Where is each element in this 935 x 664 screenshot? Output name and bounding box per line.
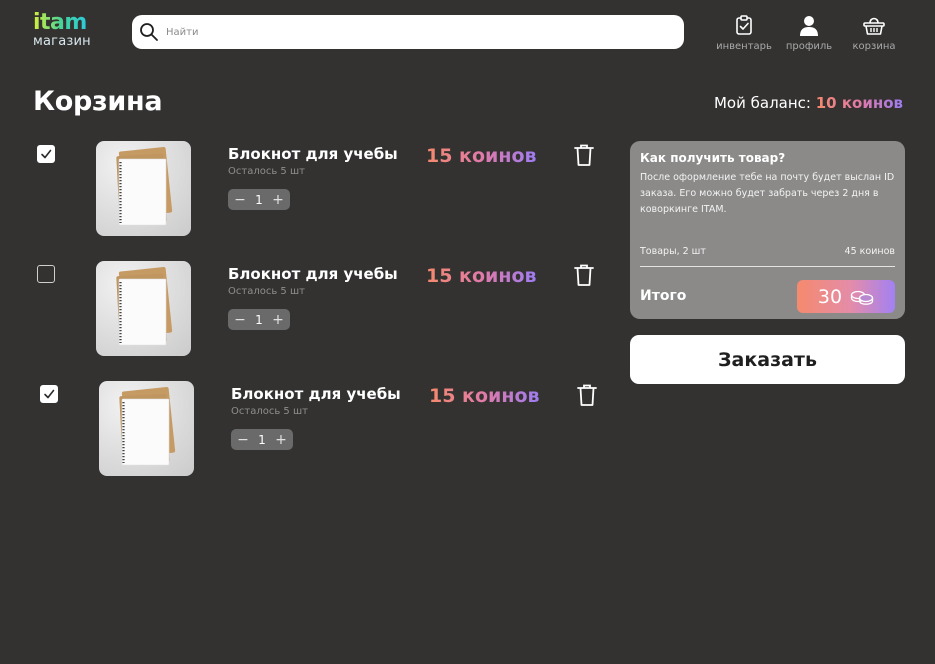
user-icon [800,16,818,36]
summary-items-row: Товары, 2 шт 45 коинов [640,246,895,257]
cart-item: Блокнот для учебы Осталось 5 шт − 1 + 15… [37,141,617,236]
search-bar[interactable] [132,15,684,49]
decrease-button[interactable]: − [233,313,247,327]
balance: Мой баланс: 10 коинов [714,94,903,112]
total-value: 30 [817,285,843,308]
item-title: Блокнот для учебы [228,265,398,283]
checkmark-icon [44,389,55,399]
item-title: Блокнот для учебы [228,145,398,163]
summary-description: После оформление тебе на почту будет выс… [640,172,895,215]
cart-item: Блокнот для учебы Осталось 5 шт − 1 + 15… [40,381,620,476]
item-price: 15 коинов [426,265,537,287]
clipboard-check-icon [736,15,752,35]
item-price: 15 коинов [426,145,537,167]
delete-button[interactable] [574,144,594,170]
notebook-image [119,386,176,466]
page-title: Корзина [33,86,163,117]
quantity-stepper: − 1 + [231,429,293,450]
product-image[interactable] [99,381,194,476]
decrease-button[interactable]: − [236,433,250,447]
trash-icon [574,264,594,286]
delete-button[interactable] [577,384,597,410]
cart-item: Блокнот для учебы Осталось 5 шт − 1 + 15… [37,261,617,356]
order-summary: Как получить товар? После оформление теб… [630,141,905,319]
decrease-button[interactable]: − [233,193,247,207]
order-button[interactable]: Заказать [630,335,905,384]
coins-icon [850,290,874,305]
trash-icon [574,144,594,166]
item-title: Блокнот для учебы [231,385,401,403]
summary-divider [640,266,895,267]
checkmark-icon [41,149,52,159]
item-checkbox[interactable] [37,265,55,283]
item-checkbox[interactable] [40,385,58,403]
quantity-value: 1 [258,432,266,447]
summary-items-label: Товары, 2 шт [640,246,706,257]
summary-items-value: 45 коинов [844,246,895,257]
item-price: 15 коинов [429,385,540,407]
balance-value: 10 коинов [815,94,903,112]
quantity-stepper: − 1 + [228,309,290,330]
nav-profile-label: профиль [785,41,833,52]
product-image[interactable] [96,261,191,356]
summary-title: Как получить товар? [640,151,786,165]
increase-button[interactable]: + [271,193,285,207]
increase-button[interactable]: + [271,313,285,327]
item-stock: Осталось 5 шт [228,286,305,297]
delete-button[interactable] [574,264,594,290]
search-icon [140,23,158,41]
total-label: Итого [640,288,687,304]
nav-cart[interactable]: корзина [839,14,909,52]
logo[interactable]: itam магазин [33,12,91,49]
nav-inventory[interactable]: инвентарь [709,14,779,52]
item-checkbox[interactable] [37,145,55,163]
nav-inventory-label: инвентарь [716,41,772,52]
basket-icon [863,17,885,35]
quantity-stepper: − 1 + [228,189,290,210]
search-input[interactable] [166,26,666,38]
quantity-value: 1 [255,312,263,327]
increase-button[interactable]: + [274,433,288,447]
nav-profile[interactable]: профиль [774,14,844,52]
logo-subtitle: магазин [33,34,91,49]
notebook-image [116,146,173,226]
quantity-value: 1 [255,192,263,207]
item-stock: Осталось 5 шт [228,166,305,177]
nav-cart-label: корзина [852,41,896,52]
trash-icon [577,384,597,406]
total-badge: 30 [797,280,895,313]
product-image[interactable] [96,141,191,236]
logo-wordmark: itam [33,12,91,34]
balance-label: Мой баланс: [713,94,811,112]
item-stock: Осталось 5 шт [231,406,308,417]
notebook-image [116,266,173,346]
